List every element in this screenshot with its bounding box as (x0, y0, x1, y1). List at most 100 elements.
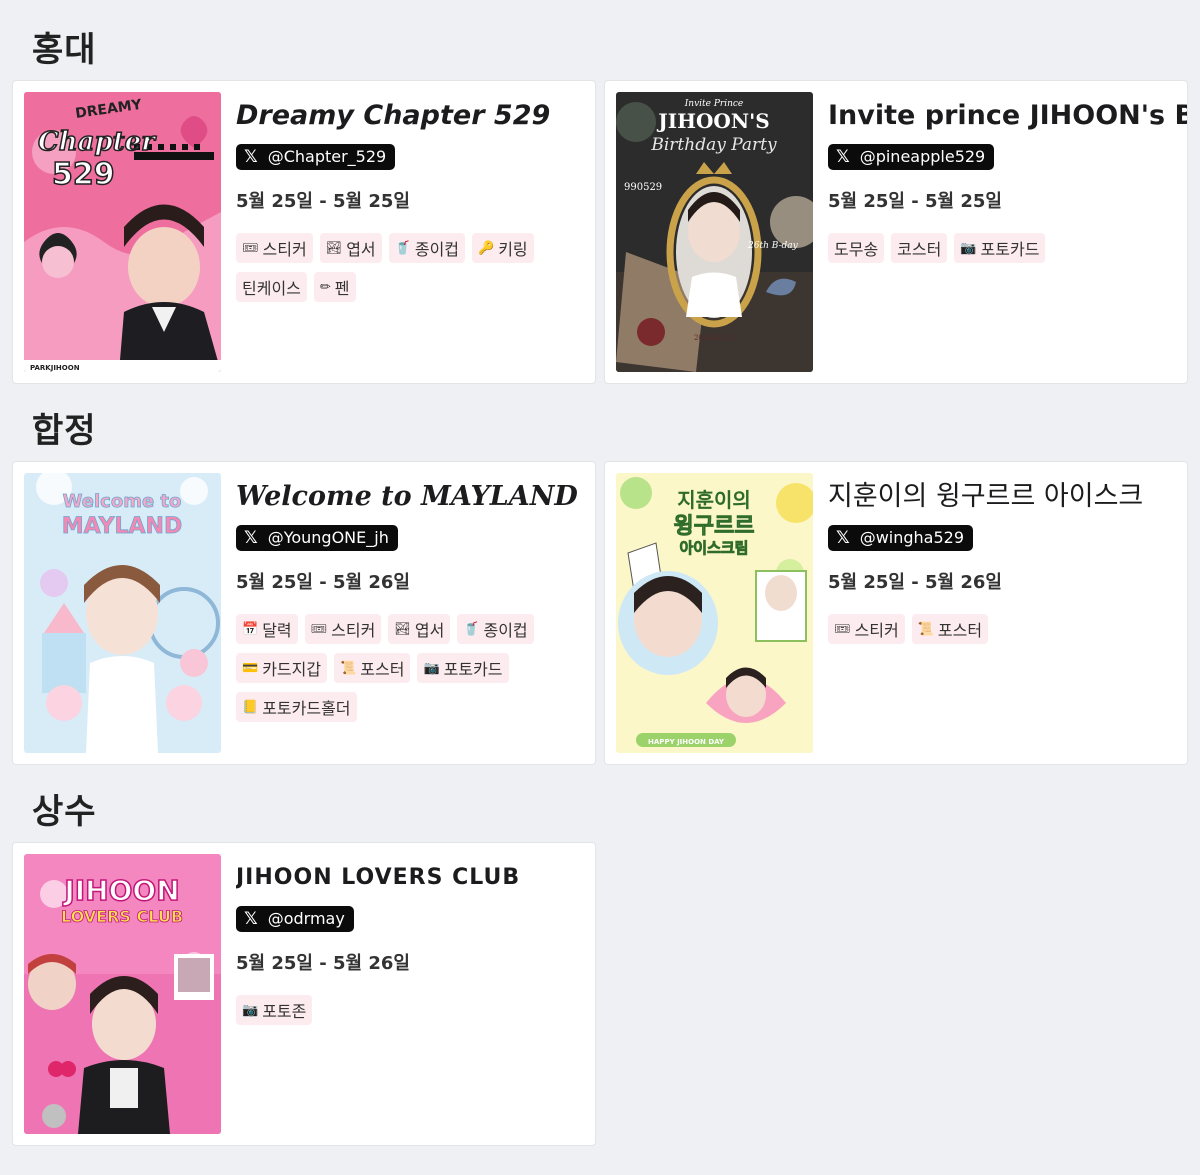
event-poster[interactable]: DREAMY Chapter 529 PARKJIHOON (24, 92, 221, 372)
poster-image: JIHOON LOVERS CLUB (24, 854, 221, 1134)
poster-text-line: MAYLAND (62, 514, 182, 539)
goods-tag: 💳 카드지갑 (236, 653, 328, 683)
event-card[interactable]: Welcome to MAYLAND Welcome to MAYLAND 𝕏 … (12, 461, 596, 765)
x-logo-icon: 𝕏 (244, 908, 258, 929)
notebook-icon: 📒 (242, 699, 259, 715)
tag-label: 도무송 (834, 240, 879, 259)
ticket-icon: 🎟 (834, 621, 851, 637)
poster-text-line: 26th B-day (747, 241, 799, 251)
tag-label: 틴케이스 (242, 279, 301, 298)
x-logo-icon: 𝕏 (244, 146, 258, 167)
goods-tag: 🔑 키링 (472, 233, 534, 263)
event-poster[interactable]: Invite Prince JIHOON'S Birthday Party 99… (616, 92, 813, 372)
event-poster[interactable]: 지훈이의 윙구르르 아이스크림 HAPPY JIHOON DAY (616, 473, 813, 753)
poster-text-line: HAPPY JIHOON DAY (648, 738, 725, 746)
section-title-hapjeong: 합정 (32, 411, 97, 451)
cup-icon: 🥤 (463, 621, 480, 637)
poster-text-line: Invite Prince (684, 99, 744, 109)
keyring-icon: 🔑 (478, 240, 495, 256)
tag-label: 달력 (262, 621, 292, 640)
goods-tag: 🏞 엽서 (388, 614, 451, 644)
tag-label: 포토카드 (980, 240, 1040, 259)
pen-icon: ✏ (319, 279, 331, 295)
tag-label: 종이컵 (414, 240, 460, 259)
goods-tag: 🎟 스티커 (828, 614, 905, 644)
cup-icon: 🥤 (394, 240, 411, 256)
poster-image: 지훈이의 윙구르르 아이스크림 HAPPY JIHOON DAY (616, 473, 813, 753)
tag-label: 스티커 (262, 240, 307, 259)
poster-text-line: JIHOON (62, 874, 179, 907)
poster-text-line: PARKJIHOON (30, 364, 80, 372)
calendar-icon: 📅 (242, 621, 259, 637)
goods-tag: 🏞 엽서 (319, 233, 382, 263)
goods-tags: 도무송 코스터 📷 포토카드 (828, 233, 1168, 272)
event-card[interactable]: Invite Prince JIHOON'S Birthday Party 99… (604, 80, 1188, 384)
camera-icon: 📷 (423, 660, 440, 676)
tag-label: 코스터 (897, 240, 942, 259)
twitter-handle[interactable]: 𝕏 @pineapple529 (828, 144, 995, 170)
x-logo-icon: 𝕏 (836, 146, 850, 167)
poster-text-line: LOVERS CLUB (61, 907, 183, 926)
poster-text-line: 지훈이의 (677, 488, 751, 512)
event-date: 5월 25일 - 5월 26일 (828, 572, 1002, 593)
section-title-sangsu: 상수 (32, 792, 97, 832)
handle-text: @pineapple529 (859, 147, 986, 166)
goods-tag: 📒 포토카드홀더 (236, 692, 357, 722)
x-logo-icon: 𝕏 (244, 527, 258, 548)
tag-label: 스티커 (331, 621, 376, 640)
event-title[interactable]: Dreamy Chapter 529 (236, 97, 595, 135)
twitter-handle[interactable]: 𝕏 @Chapter_529 (236, 144, 396, 170)
tag-label: 엽서 (346, 240, 376, 259)
poster-text-line: JIHOON'S (656, 109, 769, 133)
tag-label: 포토카드 (443, 660, 503, 679)
twitter-handle[interactable]: 𝕏 @wingha529 (828, 525, 974, 551)
goods-tag: 📷 포토카드 (954, 233, 1046, 263)
event-date: 5월 25일 - 5월 26일 (236, 572, 410, 593)
poster-text-line: 윙구르르 (674, 514, 755, 539)
tag-label: 포스터 (360, 660, 405, 679)
event-poster[interactable]: JIHOON LOVERS CLUB (24, 854, 221, 1134)
goods-tags: 📅 달력 🎟 스티커 🏞 엽서 🥤 종이컵 💳 카드지갑 📜 포스터 📷 포토카드 📒 포토카드… (236, 614, 576, 731)
poster-text-line: 529 (52, 157, 115, 192)
ticket-icon: 🎟 (310, 621, 328, 637)
handle-text: @wingha529 (859, 528, 965, 547)
goods-tag: 📷 포토존 (236, 995, 313, 1025)
event-card[interactable]: DREAMY Chapter 529 PARKJIHOON Dreamy Cha… (12, 80, 596, 384)
postcard-icon: 🏞 (394, 621, 411, 637)
goods-tag: 📜 포스터 (911, 614, 989, 644)
poster-image: Invite Prince JIHOON'S Birthday Party 99… (616, 92, 813, 372)
camera-icon: 📷 (242, 1002, 259, 1018)
tag-label: 엽서 (414, 621, 445, 640)
event-title[interactable]: JIHOON LOVERS CLUB (236, 859, 595, 897)
tag-label: 스티커 (854, 621, 899, 640)
poster-text-line: Chapter (38, 127, 157, 157)
goods-tag: 🥤 종이컵 (388, 233, 466, 263)
event-poster[interactable]: Welcome to MAYLAND (24, 473, 221, 753)
goods-tag: 🎟 스티커 (236, 233, 313, 263)
goods-tag: 코스터 (891, 233, 948, 263)
tag-label: 키링 (498, 240, 528, 259)
event-card[interactable]: JIHOON LOVERS CLUB JIHOON LOVERS CLUB 𝕏 … (12, 842, 596, 1146)
event-title[interactable]: Invite prince JIHOON's B (828, 97, 1187, 135)
twitter-handle[interactable]: 𝕏 @YoungONE_jh (236, 525, 398, 551)
goods-tag: ✏ 펜 (313, 272, 356, 302)
goods-tags: 📷 포토존 (236, 995, 576, 1034)
tag-label: 펜 (334, 279, 350, 298)
twitter-handle[interactable]: 𝕏 @odrmay (236, 906, 354, 932)
poster-text-line: 아이스크림 (679, 539, 748, 557)
event-date: 5월 25일 - 5월 25일 (828, 191, 1002, 212)
tag-label: 종이컵 (483, 621, 528, 640)
event-title[interactable]: 지훈이의 윙구르르 아이스크 (828, 478, 1187, 516)
poster-image: Welcome to MAYLAND (24, 473, 221, 753)
goods-tag: 📅 달력 (236, 614, 298, 644)
poster-text-line: 2024.05.25 (694, 334, 734, 342)
tag-label: 포스터 (937, 621, 983, 640)
goods-tags: 🎟 스티커 📜 포스터 (828, 614, 1168, 653)
event-card[interactable]: 지훈이의 윙구르르 아이스크림 HAPPY JIHOON DAY 지훈이의 윙구… (604, 461, 1188, 765)
event-title[interactable]: Welcome to MAYLAND (236, 478, 595, 516)
postcard-icon: 🏞 (325, 240, 343, 256)
tag-label: 포토카드홀더 (262, 699, 351, 718)
goods-tag: 📜 포스터 (334, 653, 411, 683)
scroll-icon: 📜 (917, 621, 934, 637)
goods-tag: 🥤 종이컵 (457, 614, 534, 644)
